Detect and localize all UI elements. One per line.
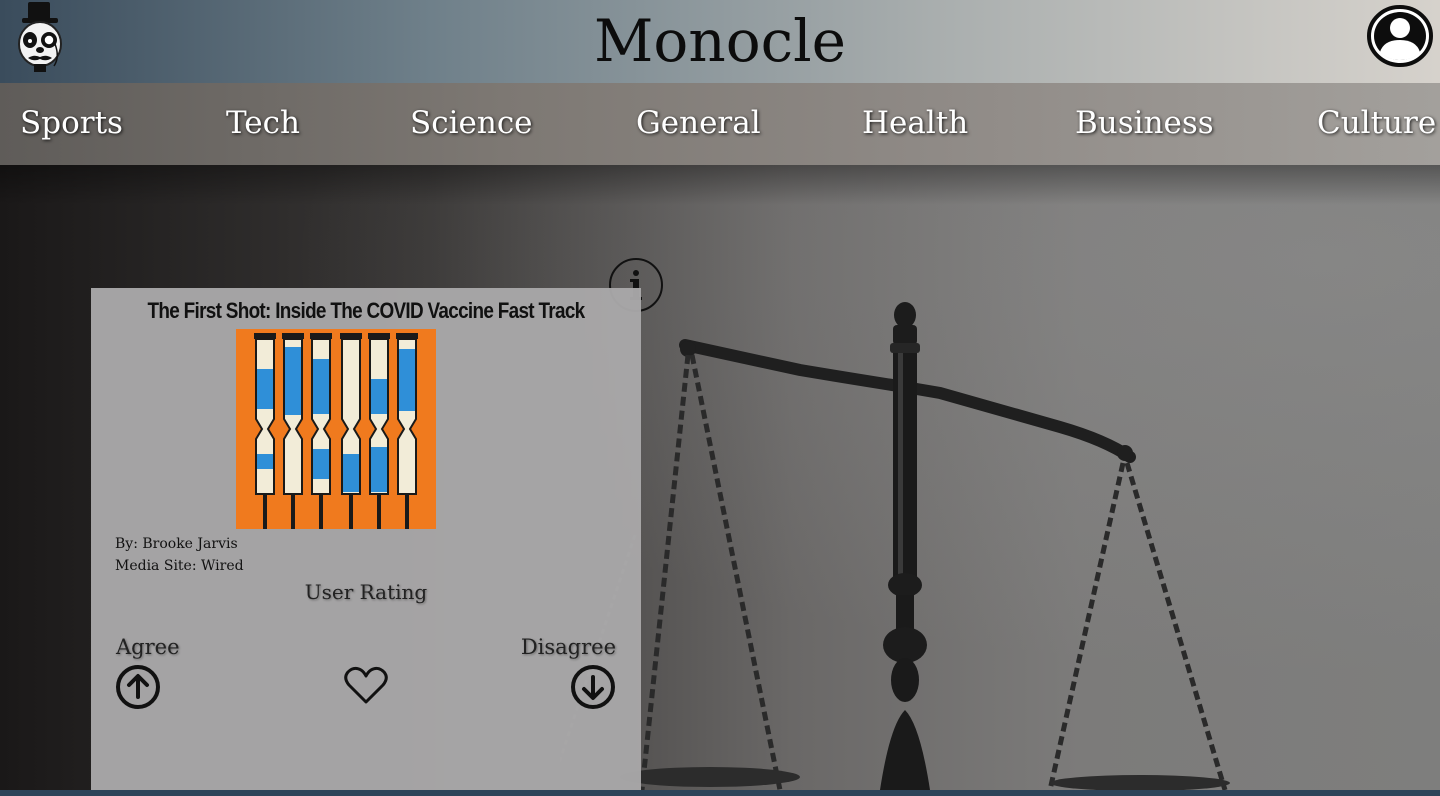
nav-item-health[interactable]: Health bbox=[862, 83, 968, 165]
vaccine-syringes-illustration[interactable] bbox=[236, 329, 436, 529]
monocle-logo-icon[interactable] bbox=[14, 2, 66, 76]
disagree-label: Disagree bbox=[520, 635, 616, 659]
nav-item-culture[interactable]: Culture bbox=[1317, 83, 1436, 165]
nav-item-tech[interactable]: Tech bbox=[226, 83, 300, 165]
nav-item-general[interactable]: General bbox=[636, 83, 761, 165]
app-root: Monocle Sports Tech Science General Heal… bbox=[0, 0, 1440, 796]
article-author: By: Brooke Jarvis bbox=[115, 536, 238, 552]
article-media-site: Media Site: Wired bbox=[115, 558, 244, 574]
user-avatar-icon[interactable] bbox=[1366, 4, 1434, 68]
article-title[interactable]: The First Shot: Inside The COVID Vaccine… bbox=[130, 298, 603, 324]
nav-item-sports[interactable]: Sports bbox=[20, 83, 123, 165]
bottom-strip bbox=[0, 790, 1440, 796]
user-rating-label: User Rating bbox=[304, 580, 428, 604]
scales-of-justice-image bbox=[560, 302, 1230, 790]
nav-item-business[interactable]: Business bbox=[1075, 83, 1214, 165]
nav-item-science[interactable]: Science bbox=[410, 83, 533, 165]
category-nav: Sports Tech Science General Health Busin… bbox=[0, 83, 1440, 165]
brand-title: Monocle bbox=[594, 7, 846, 75]
agree-label: Agree bbox=[116, 635, 180, 659]
top-header: Monocle bbox=[0, 0, 1440, 83]
arrow-up-circle-icon[interactable] bbox=[115, 664, 161, 710]
arrow-down-circle-icon[interactable] bbox=[570, 664, 616, 710]
heart-icon[interactable] bbox=[343, 663, 389, 707]
article-card[interactable]: The First Shot: Inside The COVID Vaccine… bbox=[91, 288, 641, 790]
